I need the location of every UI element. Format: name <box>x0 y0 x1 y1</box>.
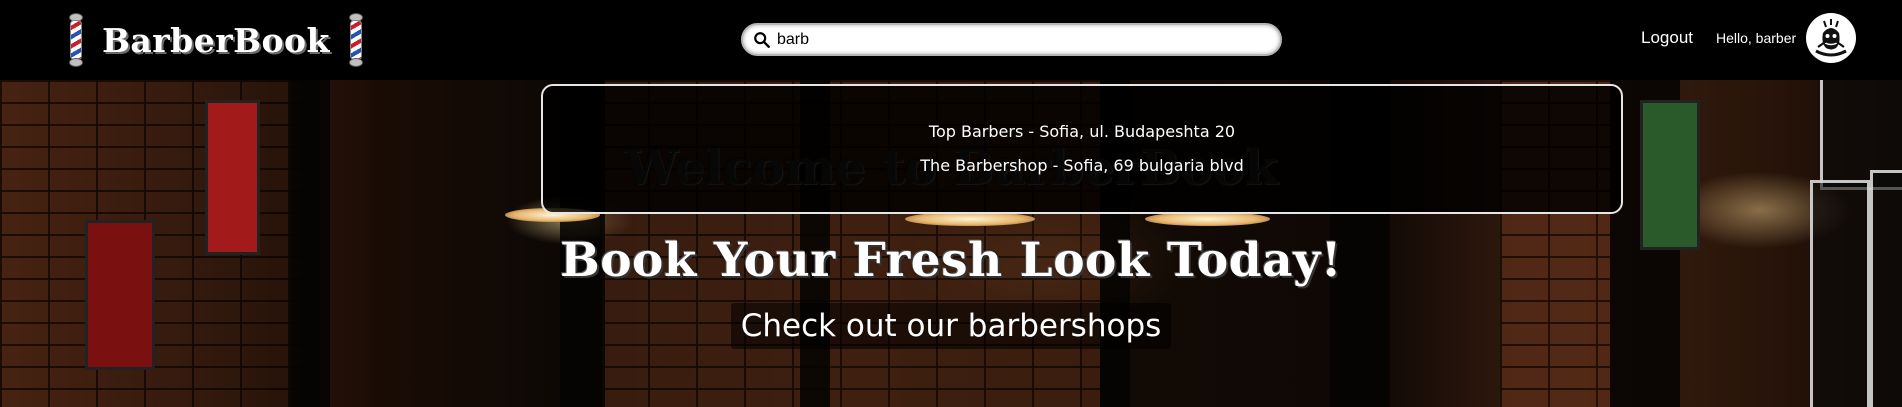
search-results-dropdown: Top Barbers - Sofia, ul. Budapeshta 20 T… <box>541 84 1623 214</box>
barber-mascot-icon <box>1807 14 1855 62</box>
ceiling-lamp <box>905 212 1035 226</box>
barbershops-cta-button[interactable]: Check out our barbershops <box>730 303 1172 349</box>
brand-name: BarberBook <box>102 20 330 60</box>
search-input[interactable] <box>777 28 1267 52</box>
logout-link[interactable]: Logout <box>1641 28 1693 52</box>
barber-pole-icon <box>346 13 366 67</box>
user-greeting: Hello, barber <box>1716 30 1797 46</box>
barber-avatar[interactable] <box>1806 13 1856 63</box>
search-result-item[interactable]: Top Barbers - Sofia, ul. Budapeshta 20 <box>543 122 1621 141</box>
barber-pole-icon <box>66 13 86 67</box>
hero-tagline: Book Your Fresh Look Today! <box>559 233 1343 288</box>
navbar: BarberBook Logout Hello, barber <box>0 0 1902 80</box>
search-bar <box>741 23 1282 56</box>
brand-logo[interactable]: BarberBook <box>66 12 366 68</box>
ceiling-lamp <box>1145 212 1270 226</box>
search-icon <box>754 32 770 48</box>
search-result-item[interactable]: The Barbershop - Sofia, 69 bulgaria blvd <box>543 156 1621 175</box>
